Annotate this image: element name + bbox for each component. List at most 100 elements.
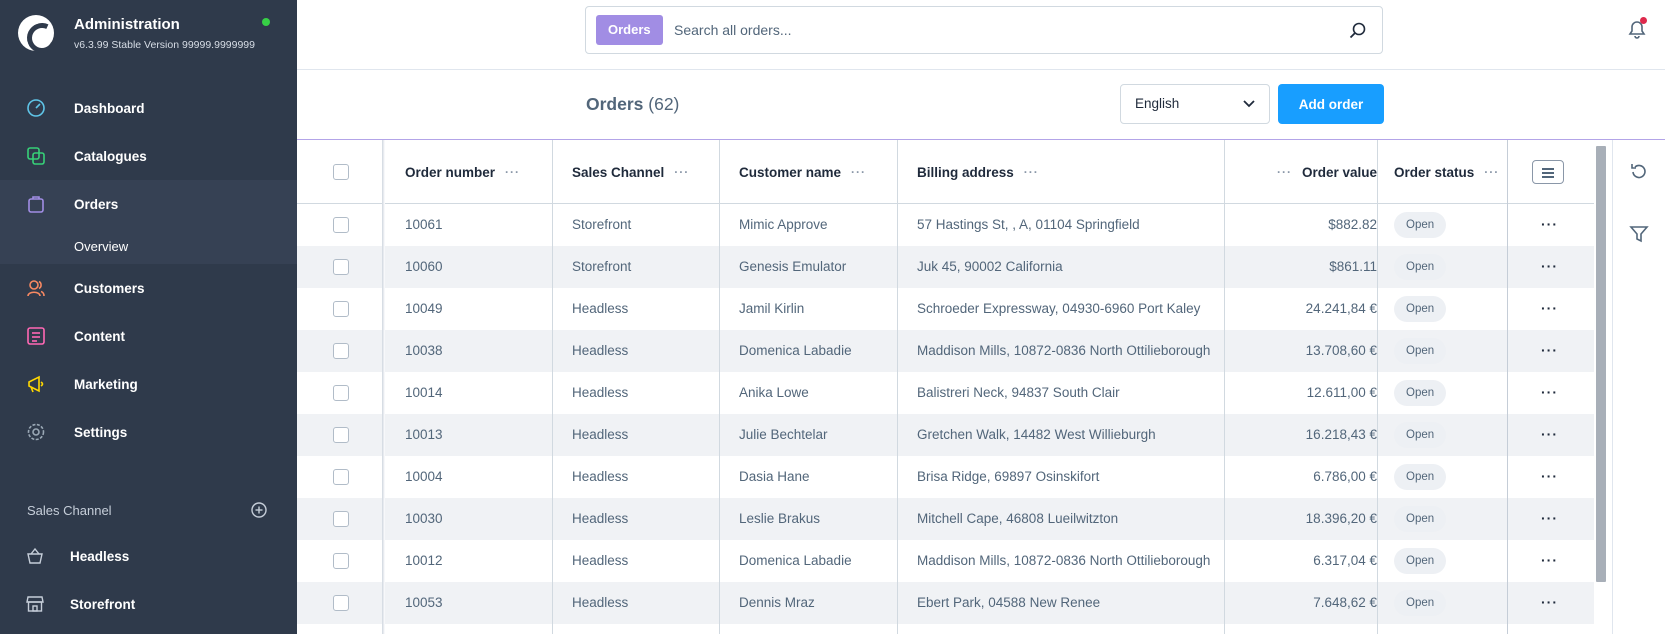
column-header-label: Order number: [405, 164, 496, 180]
add-sales-channel-icon[interactable]: [251, 502, 267, 518]
order-number-cell[interactable]: 10061: [405, 204, 443, 246]
language-select-value: English: [1135, 96, 1180, 111]
column-header-billing-address[interactable]: Billing address ···: [917, 140, 1039, 204]
row-checkbox[interactable]: [333, 427, 349, 443]
sidebar-subitem-label: Overview: [74, 238, 129, 254]
sidebar-item-settings[interactable]: Settings: [0, 408, 297, 456]
row-checkbox[interactable]: [333, 217, 349, 233]
row-actions-icon[interactable]: ···: [1541, 498, 1558, 540]
row-checkbox[interactable]: [333, 469, 349, 485]
row-actions-icon[interactable]: ···: [1541, 204, 1558, 246]
column-header-order-status[interactable]: Order status ···: [1394, 140, 1499, 204]
main-navigation: Dashboard Catalogues Orders Overview Cus…: [0, 84, 297, 456]
row-actions-icon[interactable]: ···: [1541, 288, 1558, 330]
column-menu-icon[interactable]: ···: [851, 166, 866, 178]
order-value-cell: 18.396,20 €: [1305, 511, 1377, 526]
sidebar-subitem-overview[interactable]: Overview: [0, 228, 297, 264]
customer-name-cell: Dennis Mraz: [739, 595, 815, 610]
column-divider: [1507, 140, 1508, 634]
grid-settings-button[interactable]: [1532, 160, 1564, 184]
column-menu-icon[interactable]: ···: [1277, 166, 1292, 178]
select-all-checkbox[interactable]: [333, 164, 349, 180]
sidebar-item-customers[interactable]: Customers: [0, 264, 297, 312]
customer-name-cell: Domenica Labadie: [739, 343, 852, 358]
sidebar-item-marketing[interactable]: Marketing: [0, 360, 297, 408]
sidebar-item-label: Marketing: [74, 376, 138, 392]
order-status-badge: Open: [1394, 254, 1447, 280]
row-checkbox[interactable]: [333, 301, 349, 317]
sidebar-item-orders[interactable]: Orders: [0, 180, 297, 228]
order-number-cell[interactable]: 10053: [405, 582, 443, 624]
order-number-cell[interactable]: 10013: [405, 414, 443, 456]
column-menu-icon[interactable]: ···: [674, 166, 689, 178]
order-number-cell[interactable]: 10004: [405, 456, 443, 498]
sidebar-item-label: Settings: [74, 424, 128, 440]
status-indicator: [262, 18, 270, 26]
column-menu-icon[interactable]: ···: [1024, 166, 1039, 178]
search-icon[interactable]: [1349, 22, 1366, 39]
row-actions-icon[interactable]: ···: [1541, 582, 1558, 624]
table-row[interactable]: 10053 Headless Dennis Mraz Ebert Park, 0458…: [297, 582, 1594, 624]
sidebar-item-content[interactable]: Content: [0, 312, 297, 360]
table-row[interactable]: 10014 Headless Anika Lowe Balistreri Neck, …: [297, 372, 1594, 414]
customer-name-cell: Julie Bechtelar: [739, 427, 828, 442]
billing-address-cell: Juk 45, 90002 California: [917, 259, 1063, 274]
add-order-button[interactable]: Add order: [1278, 84, 1384, 124]
row-actions-icon[interactable]: ···: [1541, 414, 1558, 456]
table-row[interactable]: 10012 Headless Domenica Labadie Maddison Mi…: [297, 540, 1594, 582]
notification-badge: [1640, 17, 1647, 24]
customer-name-cell: Genesis Emulator: [739, 259, 847, 274]
column-header-order-number[interactable]: Order number ···: [405, 140, 520, 204]
language-select[interactable]: English: [1120, 84, 1270, 124]
table-row[interactable]: 10013 Headless Julie Bechtelar Gretchen Wal…: [297, 414, 1594, 456]
table-row[interactable]: 10060 Storefront Genesis Emulator Juk 45, 9…: [297, 246, 1594, 288]
column-menu-icon[interactable]: ···: [1484, 166, 1499, 178]
order-number-cell[interactable]: 10012: [405, 540, 443, 582]
sidebar-item-catalogues[interactable]: Catalogues: [0, 132, 297, 180]
row-checkbox[interactable]: [333, 595, 349, 611]
table-row[interactable]: 10049 Headless Jamil Kirlin Schroeder Expre…: [297, 288, 1594, 330]
billing-address-cell: Maddison Mills, 10872-0836 North Ottilie…: [917, 343, 1211, 358]
billing-address-cell: Schroeder Expressway, 04930-6960 Port Ka…: [917, 301, 1201, 316]
row-actions-icon[interactable]: ···: [1541, 330, 1558, 372]
billing-address-cell: 57 Hastings St, , A, 01104 Springfield: [917, 217, 1140, 232]
sidebar-item-dashboard[interactable]: Dashboard: [0, 84, 297, 132]
table-row[interactable]: 10004 Headless Dasia Hane Brisa Ridge, 6989…: [297, 456, 1594, 498]
row-checkbox[interactable]: [333, 385, 349, 401]
row-actions-icon[interactable]: ···: [1541, 372, 1558, 414]
row-checkbox[interactable]: [333, 511, 349, 527]
filter-icon[interactable]: [1629, 224, 1649, 244]
order-number-cell[interactable]: 10014: [405, 372, 443, 414]
menu-line: [1542, 172, 1554, 174]
search-type-badge[interactable]: Orders: [596, 15, 663, 45]
order-number-cell[interactable]: 10049: [405, 288, 443, 330]
row-actions-icon[interactable]: ···: [1541, 246, 1558, 288]
gear-icon: [27, 423, 45, 441]
row-checkbox[interactable]: [333, 259, 349, 275]
table-row[interactable]: 10038 Headless Domenica Labadie Maddison Mi…: [297, 330, 1594, 372]
row-checkbox[interactable]: [333, 343, 349, 359]
row-actions-icon[interactable]: ···: [1541, 456, 1558, 498]
row-checkbox[interactable]: [333, 553, 349, 569]
sales-channel-storefront[interactable]: Storefront: [0, 584, 297, 624]
order-number-cell[interactable]: 10030: [405, 498, 443, 540]
column-menu-icon[interactable]: ···: [505, 166, 520, 178]
column-header-sales-channel[interactable]: Sales Channel ···: [572, 140, 689, 204]
sales-channel-headless[interactable]: Headless: [0, 536, 297, 576]
table-row[interactable]: 10061 Storefront Mimic Approve 57 Hastings …: [297, 204, 1594, 246]
refresh-icon[interactable]: [1629, 162, 1649, 182]
row-actions-icon[interactable]: ···: [1541, 540, 1558, 582]
order-number-cell[interactable]: 10038: [405, 330, 443, 372]
order-number-cell[interactable]: 10060: [405, 246, 443, 288]
search-input[interactable]: [674, 16, 1324, 44]
customer-name-cell: Jamil Kirlin: [739, 301, 805, 316]
page-title-text: Orders: [586, 94, 644, 114]
brand[interactable]: [18, 13, 54, 53]
column-header-customer-name[interactable]: Customer name ···: [739, 140, 866, 204]
table-row[interactable]: 10030 Headless Leslie Brakus Mitchell Cape,…: [297, 498, 1594, 540]
order-status-badge: Open: [1394, 422, 1447, 448]
column-header-order-value[interactable]: ··· Order value: [1257, 140, 1377, 204]
billing-address-cell: Gretchen Walk, 14482 West Willieburgh: [917, 427, 1156, 442]
sales-channel-heading: Sales Channel: [27, 502, 112, 518]
scrollbar-thumb[interactable]: [1596, 146, 1606, 582]
